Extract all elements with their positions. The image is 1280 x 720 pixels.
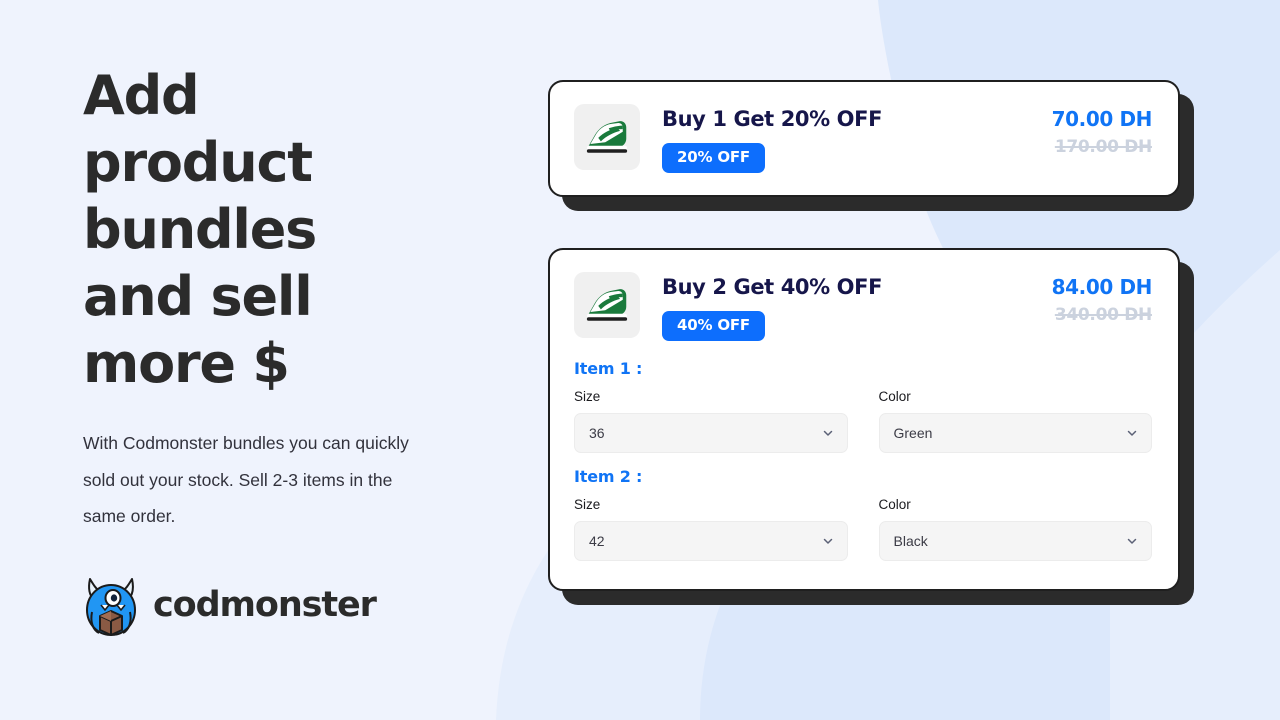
color-select-value: Green xyxy=(893,425,933,441)
brand-logo: codmonster xyxy=(83,572,377,638)
price-block: 70.00 DH 170.00 DH xyxy=(1034,104,1153,158)
chevron-down-icon xyxy=(1126,535,1138,547)
chevron-down-icon xyxy=(822,535,834,547)
variant-selection: Item 1 : Size 36 Color Green Item 2: Si… xyxy=(574,359,1152,561)
item-heading: Item 1 : xyxy=(574,359,643,378)
offer-title: Buy 2 Get 40% OFF xyxy=(662,275,883,299)
size-label: Size xyxy=(574,497,601,512)
codmonster-monster-icon xyxy=(83,572,139,638)
green-sneaker-icon xyxy=(574,104,640,170)
chevron-down-icon xyxy=(822,427,834,439)
color-label: Color xyxy=(878,497,911,512)
price-current: 84.00 DH xyxy=(1051,275,1153,299)
color-select-item-1[interactable]: Green xyxy=(878,413,1152,453)
size-label: Size xyxy=(574,389,601,404)
card-header: Buy 2 Get 40% OFF 40% OFF 84.00 DH 340.0… xyxy=(574,272,1152,341)
size-select-item-1[interactable]: 36 xyxy=(574,413,848,453)
color-select-value: Black xyxy=(893,533,928,549)
bundle-card[interactable]: Buy 2 Get 40% OFF 40% OFF 84.00 DH 340.0… xyxy=(548,248,1194,605)
marketing-column: Add product bundles and sell more $ With… xyxy=(83,62,483,535)
offer-title: Buy 1 Get 20% OFF xyxy=(662,107,883,131)
size-select-item-2[interactable]: 42 xyxy=(574,521,848,561)
size-select-value: 36 xyxy=(589,425,605,441)
size-select-value: 42 xyxy=(589,533,605,549)
discount-badge: 20% OFF xyxy=(662,143,765,173)
field-size: Size 42 xyxy=(574,497,848,561)
chevron-down-icon xyxy=(1126,427,1138,439)
field-size: Size 36 xyxy=(574,389,848,453)
brand-name: codmonster xyxy=(153,585,377,625)
price-original: 170.00 DH xyxy=(1054,137,1152,157)
discount-badge: 40% OFF xyxy=(662,311,765,341)
page-title: Add product bundles and sell more $ xyxy=(83,64,317,395)
card-header: Buy 1 Get 20% OFF 20% OFF 70.00 DH 170.0… xyxy=(574,104,1152,173)
price-original: 340.00 DH xyxy=(1054,305,1152,325)
item-heading: Item 2 : xyxy=(574,467,643,486)
price-current: 70.00 DH xyxy=(1051,107,1153,131)
price-block: 84.00 DH 340.00 DH xyxy=(1034,272,1153,326)
green-sneaker-icon xyxy=(574,272,640,338)
color-select-item-2[interactable]: Black xyxy=(878,521,1152,561)
marketing-description: With Codmonster bundles you can quickly … xyxy=(83,433,409,526)
color-label: Color xyxy=(878,389,911,404)
field-color: Color Black xyxy=(878,497,1152,561)
field-color: Color Green xyxy=(878,389,1152,453)
bundle-card[interactable]: Buy 1 Get 20% OFF 20% OFF 70.00 DH 170.0… xyxy=(548,80,1194,211)
bundle-item-1: Item 1 : Size 36 Color Green xyxy=(574,359,1152,453)
bundle-item-2: Item 2 : Size 42 Color Black xyxy=(574,467,1152,561)
